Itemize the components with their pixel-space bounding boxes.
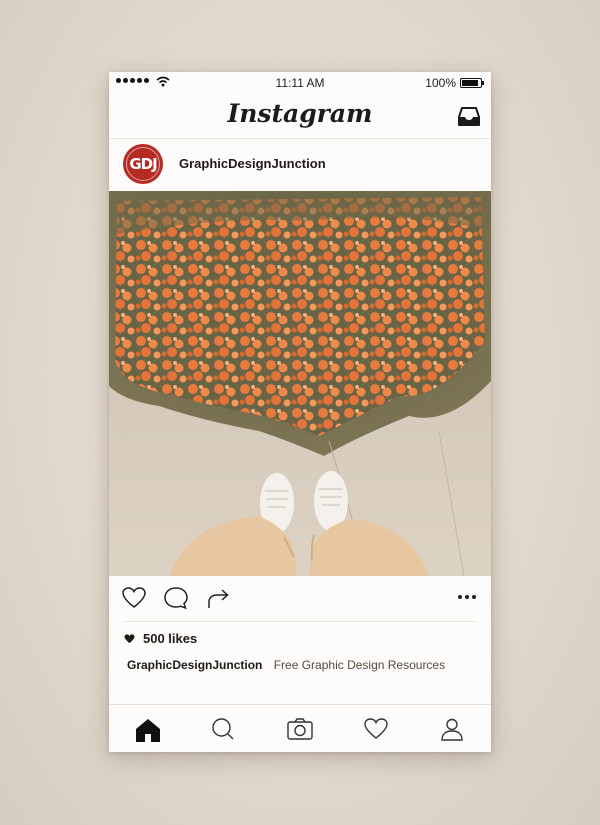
more-options-icon[interactable] <box>458 595 476 599</box>
phone-screen: 11:11 AM 100% Instagram GDJ GraphicDesig… <box>109 72 491 752</box>
profile-icon[interactable] <box>440 717 464 741</box>
post-username[interactable]: GraphicDesignJunction <box>179 156 326 171</box>
small-heart-icon <box>124 633 135 643</box>
bottom-tab-bar <box>109 704 491 752</box>
battery-percentage: 100% <box>425 76 456 90</box>
status-bar: 11:11 AM 100% <box>109 72 491 94</box>
comment-icon[interactable] <box>163 586 189 610</box>
likes-count: 500 likes <box>143 631 198 646</box>
top-bar: Instagram <box>109 94 491 139</box>
post-actions <box>109 576 491 622</box>
caption-text: Free Graphic Design Resources <box>273 658 446 672</box>
caption-username[interactable]: GraphicDesignJunction <box>127 658 262 672</box>
app-logo: Instagram <box>227 99 373 128</box>
post-header: GDJ GraphicDesignJunction <box>109 139 491 190</box>
likes-row[interactable]: 500 likes <box>124 631 197 646</box>
post-caption: GraphicDesignJunction Free Graphic Desig… <box>127 658 445 672</box>
divider <box>123 621 477 622</box>
heart-icon[interactable] <box>121 586 147 610</box>
battery-icon <box>460 78 484 88</box>
post-photo[interactable] <box>109 191 491 576</box>
camera-icon[interactable] <box>286 717 314 741</box>
share-icon[interactable] <box>206 586 232 610</box>
avatar[interactable]: GDJ <box>123 144 163 184</box>
search-icon[interactable] <box>211 717 235 741</box>
home-icon[interactable] <box>134 717 162 743</box>
activity-heart-icon[interactable] <box>363 717 389 741</box>
inbox-icon[interactable] <box>457 105 481 127</box>
